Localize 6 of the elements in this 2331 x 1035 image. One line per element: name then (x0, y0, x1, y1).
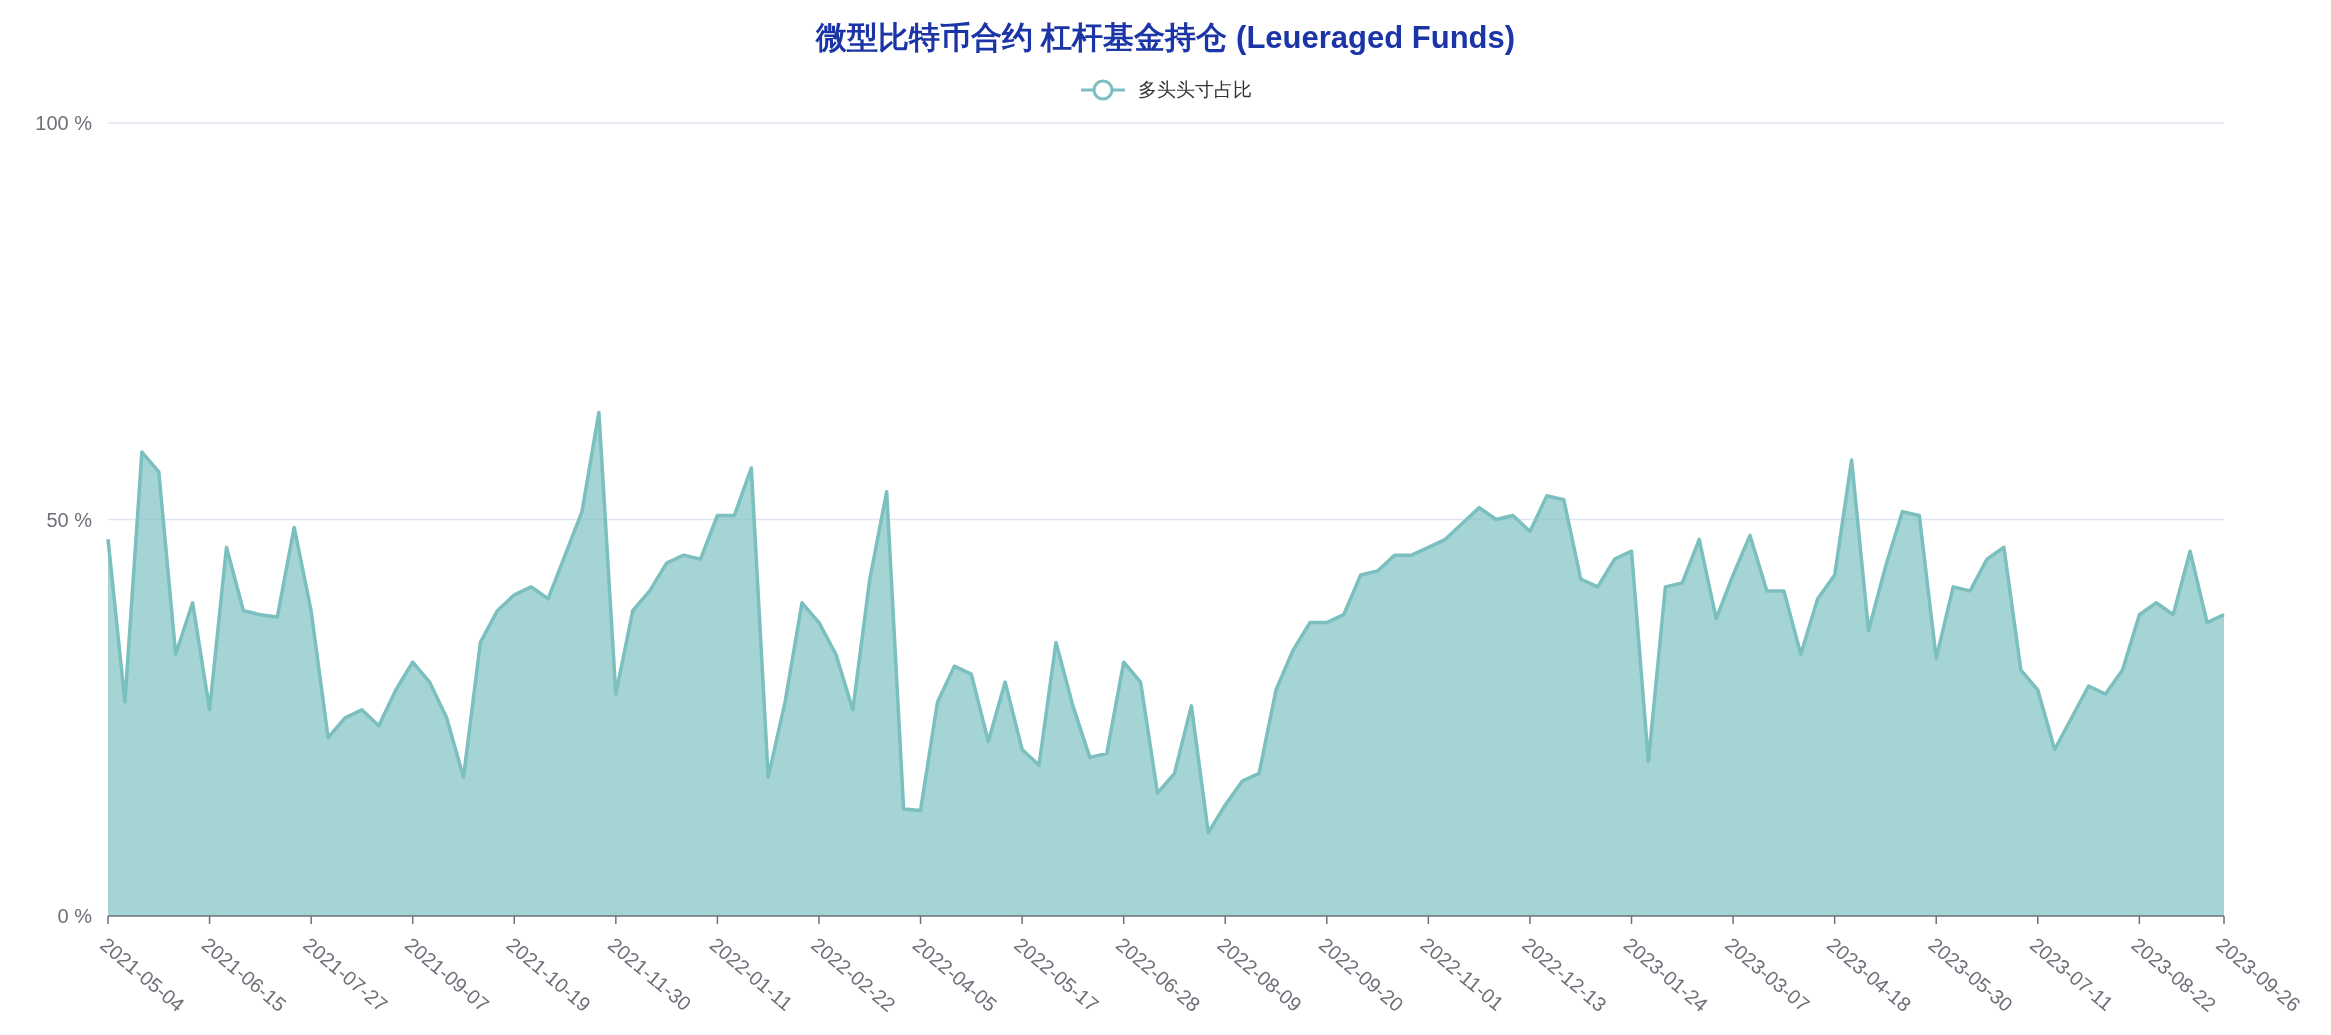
axis-label: 0 % (57, 905, 92, 927)
legend-label[interactable]: 多头头寸占比 (1137, 75, 1252, 105)
axis-label: 100 % (35, 112, 92, 134)
legend-icon[interactable] (1079, 78, 1126, 102)
axis-label: 50 % (46, 508, 92, 531)
chart-title: 微型比特币合约 杠杆基金持仓 (Leueraged Funds) (815, 22, 1516, 57)
